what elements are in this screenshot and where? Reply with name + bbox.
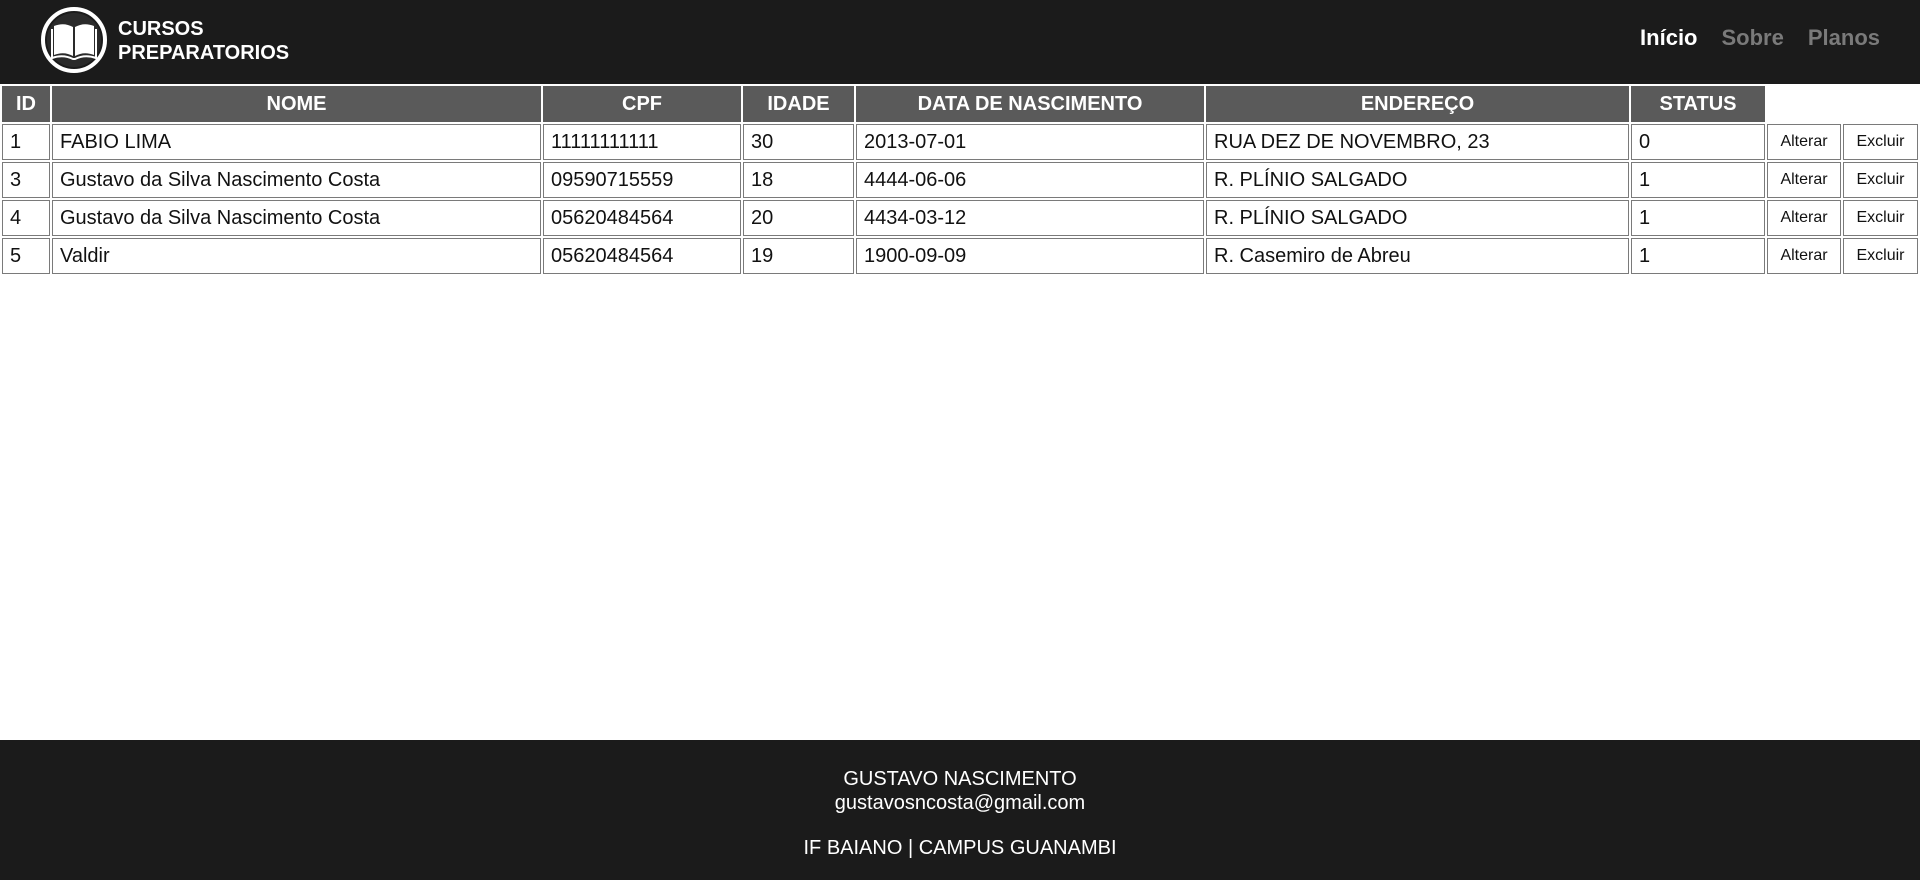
footer-institution: IF BAIANO | CAMPUS GUANAMBI: [803, 837, 1117, 859]
col-header-nome: NOME: [52, 86, 541, 122]
alter-button[interactable]: Alterar: [1767, 200, 1841, 236]
brand-name: CURSOS PREPARATORIOS: [118, 17, 289, 65]
cell-nome: Valdir: [52, 238, 541, 274]
alter-button[interactable]: Alterar: [1767, 124, 1841, 160]
cell-idade: 19: [743, 238, 854, 274]
cell-status: 0: [1631, 124, 1765, 160]
col-header-idade: IDADE: [743, 86, 854, 122]
cell-nome: FABIO LIMA: [52, 124, 541, 160]
cell-status: 1: [1631, 162, 1765, 198]
main-nav: Início Sobre Planos: [1640, 25, 1880, 51]
delete-button[interactable]: Excluir: [1843, 238, 1918, 274]
cell-endereco: R. PLÍNIO SALGADO: [1206, 200, 1629, 236]
cell-nascimento: 4444-06-06: [856, 162, 1204, 198]
cell-id: 4: [2, 200, 50, 236]
cell-nascimento: 2013-07-01: [856, 124, 1204, 160]
cell-idade: 18: [743, 162, 854, 198]
cell-endereco: R. Casemiro de Abreu: [1206, 238, 1629, 274]
cell-idade: 20: [743, 200, 854, 236]
footer-author: GUSTAVO NASCIMENTO: [843, 768, 1077, 790]
delete-button[interactable]: Excluir: [1843, 162, 1918, 198]
col-header-status: STATUS: [1631, 86, 1765, 122]
col-header-endereco: ENDEREÇO: [1206, 86, 1629, 122]
students-table: ID NOME CPF IDADE DATA DE NASCIMENTO END…: [0, 84, 1920, 276]
cell-nascimento: 1900-09-09: [856, 238, 1204, 274]
cell-nome: Gustavo da Silva Nascimento Costa: [52, 200, 541, 236]
cell-status: 1: [1631, 238, 1765, 274]
cell-nome: Gustavo da Silva Nascimento Costa: [52, 162, 541, 198]
delete-button[interactable]: Excluir: [1843, 124, 1918, 160]
cell-cpf: 11111111111: [543, 124, 741, 160]
table-row: 4 Gustavo da Silva Nascimento Costa 0562…: [2, 200, 1918, 236]
page-footer: GUSTAVO NASCIMENTO gustavosncosta@gmail.…: [0, 740, 1920, 880]
col-header-id: ID: [2, 86, 50, 122]
col-header-nascimento: DATA DE NASCIMENTO: [856, 86, 1204, 122]
table-row: 5 Valdir 05620484564 19 1900-09-09 R. Ca…: [2, 238, 1918, 274]
brand-line-1: CURSOS: [118, 18, 204, 40]
cell-endereco: RUA DEZ DE NOVEMBRO, 23: [1206, 124, 1629, 160]
cell-cpf: 05620484564: [543, 200, 741, 236]
cell-idade: 30: [743, 124, 854, 160]
nav-planos[interactable]: Planos: [1808, 25, 1880, 51]
alter-button[interactable]: Alterar: [1767, 162, 1841, 198]
nav-inicio[interactable]: Início: [1640, 25, 1697, 51]
alter-button[interactable]: Alterar: [1767, 238, 1841, 274]
nav-sobre[interactable]: Sobre: [1722, 25, 1784, 51]
cell-nascimento: 4434-03-12: [856, 200, 1204, 236]
cell-id: 1: [2, 124, 50, 160]
table-row: 1 FABIO LIMA 11111111111 30 2013-07-01 R…: [2, 124, 1918, 160]
brand-line-2: PREPARATORIOS: [118, 42, 290, 64]
col-header-cpf: CPF: [543, 86, 741, 122]
cell-id: 3: [2, 162, 50, 198]
book-logo-icon: [41, 7, 107, 73]
table-header-row: ID NOME CPF IDADE DATA DE NASCIMENTO END…: [2, 86, 1918, 122]
delete-button[interactable]: Excluir: [1843, 200, 1918, 236]
top-header: CURSOS PREPARATORIOS Início Sobre Planos: [0, 0, 1920, 84]
footer-email: gustavosncosta@gmail.com: [834, 792, 1086, 814]
cell-endereco: R. PLÍNIO SALGADO: [1206, 162, 1629, 198]
cell-cpf: 09590715559: [543, 162, 741, 198]
cell-cpf: 05620484564: [543, 238, 741, 274]
cell-id: 5: [2, 238, 50, 274]
table-row: 3 Gustavo da Silva Nascimento Costa 0959…: [2, 162, 1918, 198]
cell-status: 1: [1631, 200, 1765, 236]
